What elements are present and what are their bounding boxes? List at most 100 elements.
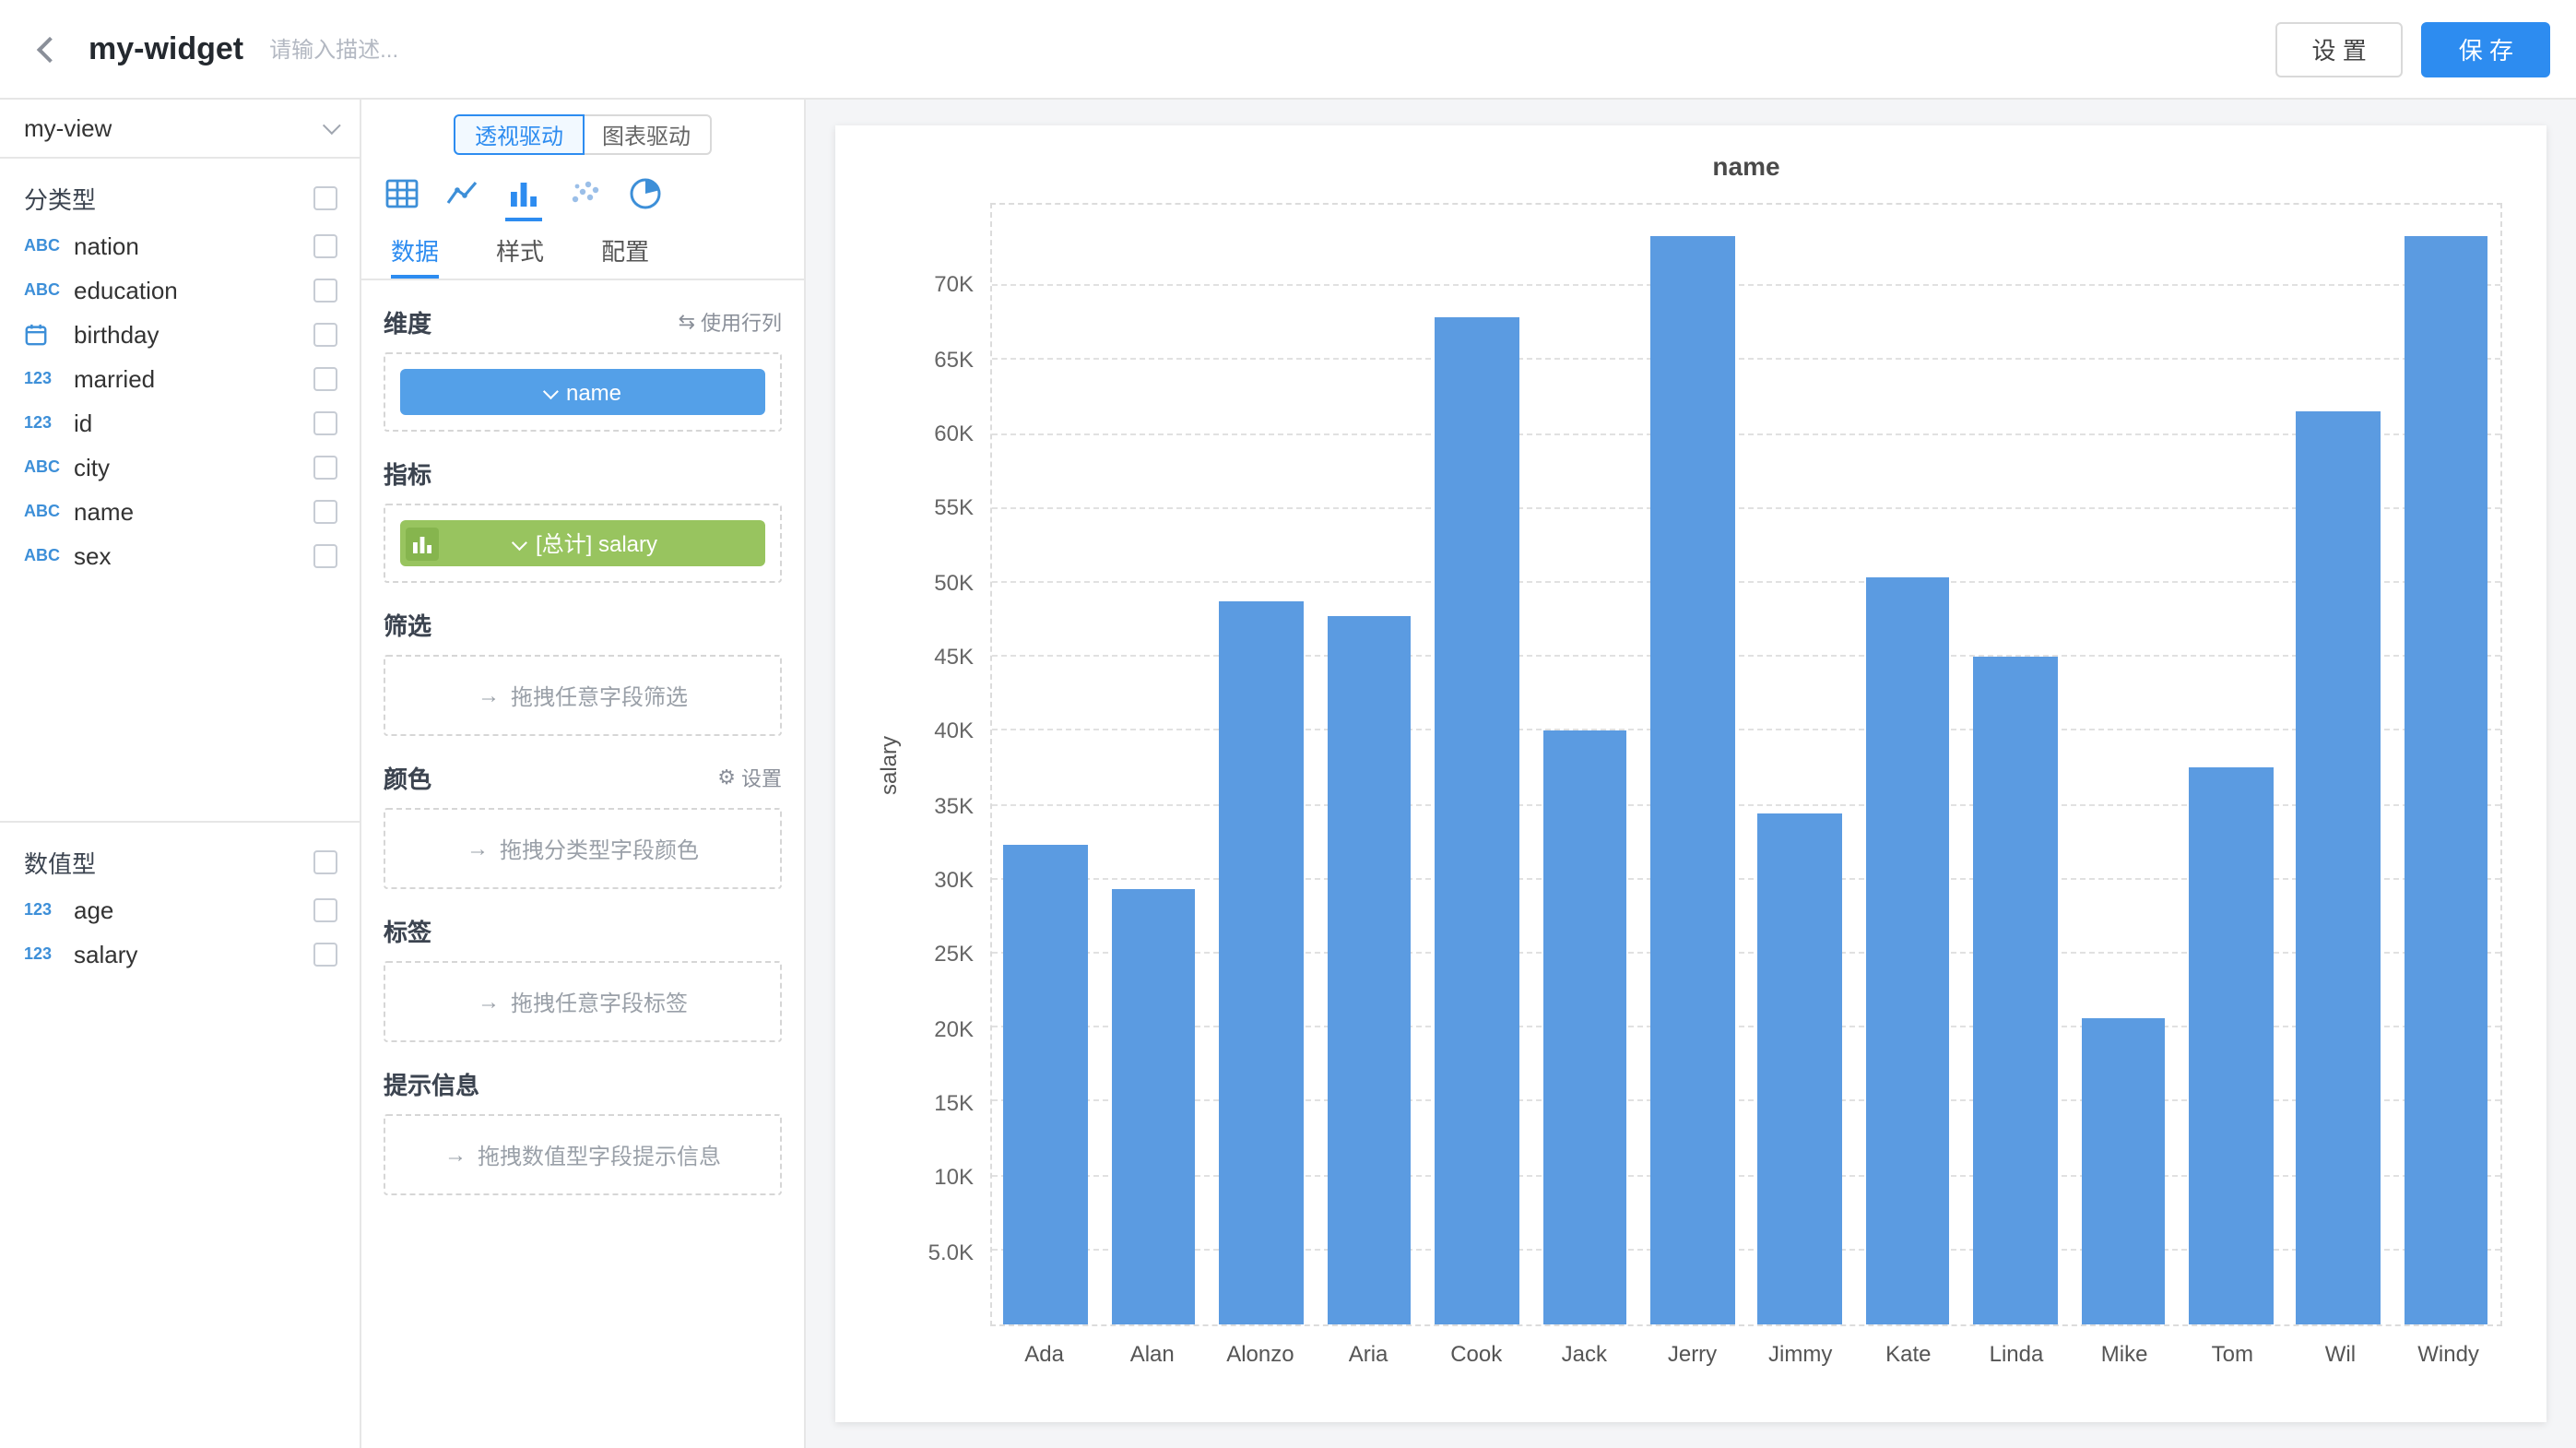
bar-Jimmy[interactable] [1758, 813, 1842, 1324]
tooltip-title: 提示信息 [384, 1066, 479, 1101]
x-tick-label: Jerry [1638, 1334, 1746, 1367]
save-button[interactable]: 保 存 [2422, 21, 2550, 77]
panel-tab[interactable]: 配置 [601, 225, 649, 279]
bar-Cook[interactable] [1435, 317, 1518, 1324]
field-name[interactable]: ABCname [0, 489, 360, 533]
description-input[interactable] [269, 36, 675, 62]
field-section-header: 数值型 [0, 823, 360, 887]
panel-tab[interactable]: 数据 [391, 225, 439, 279]
chevron-down-icon [543, 383, 559, 398]
field-checkbox[interactable] [313, 455, 337, 479]
view-selector[interactable]: my-view [0, 100, 360, 159]
field-checkbox[interactable] [313, 499, 337, 523]
bar-Alan[interactable] [1112, 890, 1196, 1324]
bar-slot [1638, 205, 1746, 1324]
filter-dropzone[interactable]: → 拖拽任意字段筛选 [384, 655, 782, 736]
section-checkbox[interactable] [313, 186, 337, 210]
bar-Windy[interactable] [2405, 236, 2488, 1324]
section-divider [0, 577, 360, 823]
field-name: city [74, 453, 313, 481]
field-sex[interactable]: ABCsex [0, 533, 360, 577]
bar-Wil[interactable] [2297, 411, 2381, 1324]
bar-Alonzo[interactable] [1220, 600, 1304, 1324]
back-button[interactable] [26, 25, 74, 73]
bar-Mike[interactable] [2081, 1017, 2165, 1324]
number-type-icon: 123 [24, 900, 74, 919]
field-checkbox[interactable] [313, 942, 337, 966]
x-tick-label: Alan [1098, 1334, 1206, 1367]
dimension-dropzone[interactable]: name [384, 352, 782, 432]
x-tick-label: Mike [2071, 1334, 2179, 1367]
bar-slot [1962, 205, 2070, 1324]
field-name: married [74, 364, 313, 392]
metric-pill[interactable]: [总计] salary [400, 520, 765, 566]
field-education[interactable]: ABCeducation [0, 267, 360, 312]
driver-tab[interactable]: 图表驱动 [582, 114, 711, 155]
bar-Kate[interactable] [1866, 577, 1950, 1324]
field-name: salary [74, 940, 313, 967]
field-name: nation [74, 231, 313, 259]
chevron-down-icon [323, 116, 341, 135]
field-city[interactable]: ABCcity [0, 445, 360, 489]
x-tick-label: Jimmy [1746, 1334, 1854, 1367]
line-chart-icon[interactable] [444, 175, 481, 221]
field-name: education [74, 276, 313, 303]
field-checkbox[interactable] [313, 366, 337, 390]
bar-Jack[interactable] [1542, 731, 1626, 1324]
bar-slot [1100, 205, 1208, 1324]
field-section-title: 数值型 [24, 845, 96, 880]
field-nation[interactable]: ABCnation [0, 223, 360, 267]
color-title: 颜色 [384, 760, 431, 795]
field-salary[interactable]: 123salary [0, 932, 360, 976]
x-tick-label: Cook [1423, 1334, 1530, 1367]
y-tick-label: 20K [934, 1015, 974, 1041]
arrow-right-icon: → [478, 682, 500, 708]
settings-button[interactable]: 设 置 [2275, 21, 2404, 77]
label-placeholder: 拖拽任意字段标签 [511, 986, 688, 1017]
text-type-icon: ABC [24, 457, 74, 476]
field-age[interactable]: 123age [0, 887, 360, 932]
section-checkbox[interactable] [313, 850, 337, 874]
bar-slot [1316, 205, 1424, 1324]
field-name: name [74, 497, 313, 525]
x-tick-label: Tom [2179, 1334, 2286, 1367]
field-checkbox[interactable] [313, 543, 337, 567]
bar-slot [2285, 205, 2393, 1324]
dimension-pill[interactable]: name [400, 369, 765, 415]
tooltip-dropzone[interactable]: → 拖拽数值型字段提示信息 [384, 1114, 782, 1195]
field-birthday[interactable]: birthday [0, 312, 360, 356]
field-name: birthday [74, 320, 313, 348]
header: my-widget 设 置 保 存 [0, 0, 2576, 100]
color-placeholder: 拖拽分类型字段颜色 [500, 833, 699, 864]
driver-tab[interactable]: 透视驱动 [455, 114, 584, 155]
color-settings-action[interactable]: ⚙设置 [717, 763, 782, 792]
bar-Jerry[interactable] [1650, 236, 1734, 1324]
bar-Aria[interactable] [1327, 615, 1411, 1324]
bar-chart-icon[interactable] [505, 175, 542, 221]
scatter-chart-icon[interactable] [566, 175, 603, 221]
field-checkbox[interactable] [313, 322, 337, 346]
field-checkbox[interactable] [313, 410, 337, 434]
config-panel: 透视驱动图表驱动 数据 样式 配置 [361, 100, 806, 1448]
field-checkbox[interactable] [313, 278, 337, 302]
x-tick-label: Alonzo [1206, 1334, 1314, 1367]
bar-Linda[interactable] [1973, 657, 2057, 1324]
field-married[interactable]: 123married [0, 356, 360, 400]
color-dropzone[interactable]: → 拖拽分类型字段颜色 [384, 808, 782, 889]
table-icon[interactable] [384, 175, 420, 221]
bar-Tom[interactable] [2189, 766, 2273, 1324]
panel-tab[interactable]: 样式 [496, 225, 544, 279]
use-rows-columns-action[interactable]: ⇆使用行列 [679, 307, 782, 337]
label-dropzone[interactable]: → 拖拽任意字段标签 [384, 961, 782, 1042]
field-checkbox[interactable] [313, 897, 337, 921]
bar-Ada[interactable] [1004, 846, 1088, 1324]
metric-dropzone[interactable]: [总计] salary [384, 504, 782, 583]
pie-chart-icon[interactable] [627, 175, 664, 221]
y-tick-label: 35K [934, 792, 974, 818]
chart-card: name salary 5.0K10K15K20K25K30K35K40K45K… [835, 125, 2546, 1422]
field-checkbox[interactable] [313, 233, 337, 257]
widget-editor: my-widget 设 置 保 存 my-view 分类型ABCnationAB… [0, 0, 2576, 1448]
data-tabs: 数据 样式 配置 [361, 225, 804, 280]
bar-slot [1746, 205, 1854, 1324]
field-id[interactable]: 123id [0, 400, 360, 445]
